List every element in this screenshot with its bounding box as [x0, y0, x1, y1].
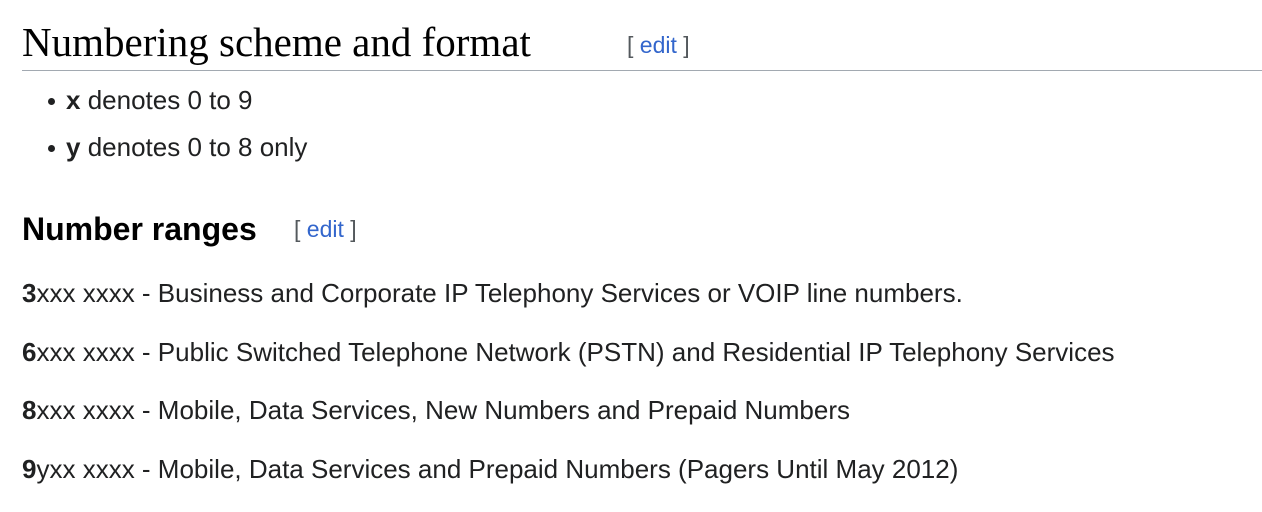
subsection-heading: Number ranges [ edit ] [22, 208, 1262, 250]
list-item: x denotes 0 to 9 [48, 84, 307, 116]
range-prefix: 8 [22, 395, 37, 425]
range-prefix: 3 [22, 278, 37, 308]
definition-text: denotes 0 to 9 [80, 85, 253, 115]
edit-bracket-open: [ [627, 32, 640, 58]
edit-bracket-close: ] [343, 216, 357, 242]
range-pattern: xxx xxxx [36, 278, 135, 308]
edit-bracket-close: ] [676, 32, 690, 58]
range-prefix: 9 [22, 453, 37, 484]
range-line-8: 8xxx xxxx - Mobile, Data Services, New N… [22, 393, 1262, 427]
number-ranges: 3xxx xxxx - Business and Corporate IP Te… [22, 276, 1262, 510]
section-heading: Numbering scheme and format [ edit ] [22, 14, 1262, 71]
definition-list: x denotes 0 to 9 y denotes 0 to 8 only [48, 84, 307, 178]
section-edit-link[interactable]: edit [640, 32, 677, 58]
range-prefix: 6 [22, 336, 37, 367]
range-description: - Mobile, Data Services, New Numbers and… [134, 395, 850, 425]
range-line-3: 3xxx xxxx - Business and Corporate IP Te… [22, 276, 1262, 310]
definition-text: denotes 0 to 8 only [80, 132, 308, 162]
definition-symbol: y [66, 132, 81, 162]
subsection-title: Number ranges [22, 211, 257, 247]
range-pattern: xxx xxxx [36, 395, 135, 425]
subsection-edit-link[interactable]: edit [307, 216, 344, 242]
range-pattern: yxx xxxx [36, 453, 135, 484]
range-description: - Business and Corporate IP Telephony Se… [134, 278, 963, 308]
subsection-edit-control: [ edit ] [294, 216, 357, 243]
section-title: Numbering scheme and format [22, 19, 531, 65]
list-item: y denotes 0 to 8 only [48, 131, 307, 163]
range-description: - Public Switched Telephone Network (PST… [134, 336, 1115, 367]
range-description: - Mobile, Data Services and Prepaid Numb… [134, 453, 959, 484]
range-line-9: 9yxx xxxx - Mobile, Data Services and Pr… [22, 452, 1262, 486]
range-line-6: 6xxx xxxx - Public Switched Telephone Ne… [22, 335, 1262, 369]
bullet-icon [48, 98, 55, 105]
section-edit-control: [ edit ] [627, 32, 690, 59]
definition-symbol: x [66, 85, 81, 115]
range-pattern: xxx xxxx [36, 336, 135, 367]
bullet-icon [48, 145, 55, 152]
edit-bracket-open: [ [294, 216, 307, 242]
